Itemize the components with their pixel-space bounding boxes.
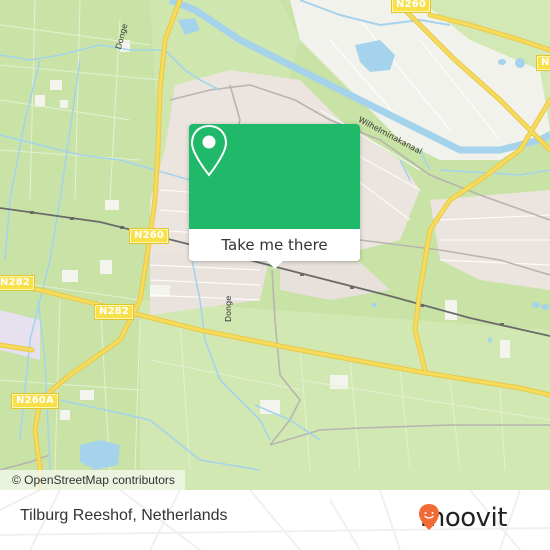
map-view[interactable]: N260 N2 N260 N282 N282 N260A Donge Donge… [0, 0, 550, 490]
take-me-there-button[interactable]: Take me there [189, 229, 360, 261]
footer-bar: Tilburg Reeshof, Netherlands moovit [0, 490, 550, 550]
road-label-n260a: N260A [11, 393, 59, 409]
road-label-n282: N282 [93, 304, 135, 320]
moovit-smiley-pin-icon [419, 504, 439, 530]
road-label-n260: N260 [128, 228, 170, 244]
road-label-n282: N282 [0, 275, 36, 291]
road-label-n260: N260 [390, 0, 432, 13]
moovit-logo[interactable]: moovit [418, 503, 507, 533]
place-name: Tilburg Reeshof, Netherlands [20, 507, 228, 524]
popup-header [189, 124, 360, 229]
map-pin-icon [190, 124, 228, 177]
take-me-there-label: Take me there [221, 236, 328, 254]
map-attribution[interactable]: © OpenStreetMap contributors [0, 470, 185, 490]
location-popup: Take me there [189, 124, 360, 269]
water-label-donge: Donge [224, 295, 233, 322]
road-label-n260: N2 [536, 55, 550, 71]
popup-pointer [266, 260, 284, 269]
